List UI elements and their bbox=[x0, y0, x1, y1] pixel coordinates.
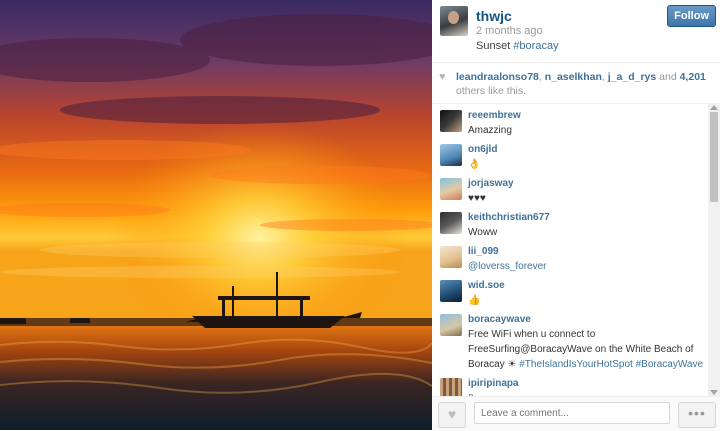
heart-icon: ♥ bbox=[439, 71, 446, 83]
comment-text[interactable]: @loverss_forever bbox=[468, 259, 704, 274]
comment-text: Woww bbox=[468, 227, 498, 238]
caption-hashtag[interactable]: #boracay bbox=[513, 40, 558, 52]
caption-text: Sunset bbox=[476, 40, 514, 52]
comment-text: ♥♥♥ bbox=[468, 193, 486, 204]
comment-username[interactable]: wid.soe bbox=[468, 280, 505, 291]
comment-text: Amazzing bbox=[468, 125, 512, 136]
post-header: thwjc 2 months ago Sunset #boracay Follo… bbox=[432, 0, 720, 60]
comment-username[interactable]: reeembrew bbox=[468, 110, 521, 121]
comment-username[interactable]: on6jld bbox=[468, 144, 497, 155]
comment-input[interactable] bbox=[474, 402, 670, 424]
scroll-down-icon[interactable] bbox=[710, 390, 718, 395]
post-username[interactable]: thwjc bbox=[476, 8, 512, 24]
instagram-post-viewer: thwjc 2 months ago Sunset #boracay Follo… bbox=[0, 0, 720, 431]
post-sidebar: thwjc 2 months ago Sunset #boracay Follo… bbox=[432, 0, 720, 431]
likes-section: ♥ leandraalonso78, n_aselkhan, j_a_d_rys… bbox=[432, 62, 720, 104]
comment-footer: ♥ ••• bbox=[432, 396, 720, 431]
scroll-thumb[interactable] bbox=[710, 112, 718, 202]
likes-and: and bbox=[656, 71, 680, 83]
comment-text: 👍 bbox=[468, 295, 481, 306]
follow-button[interactable]: Follow bbox=[667, 5, 716, 27]
comment-list: reeembrew Amazzing on6jld 👌 jorjasway ♥♥… bbox=[432, 104, 708, 396]
comment-text: 👌 bbox=[468, 159, 481, 170]
comment-scrollbar[interactable] bbox=[708, 104, 720, 396]
heart-icon: ♥ bbox=[447, 406, 457, 422]
avatar[interactable] bbox=[440, 144, 462, 166]
liker-link[interactable]: n_aselkhan bbox=[545, 71, 602, 83]
scroll-up-icon[interactable] bbox=[710, 105, 718, 110]
comment-username[interactable]: lii_099 bbox=[468, 246, 499, 257]
ellipsis-icon: ••• bbox=[688, 405, 706, 421]
likes-count[interactable]: 4,201 bbox=[680, 71, 706, 83]
comment-text: Free WiFi when u connect to FreeSurfing@… bbox=[468, 327, 704, 372]
post-photo[interactable] bbox=[0, 0, 432, 430]
comment-username[interactable]: keithchristian677 bbox=[468, 212, 550, 223]
liker-link[interactable]: leandraalonso78 bbox=[456, 71, 539, 83]
avatar[interactable] bbox=[440, 110, 462, 132]
comment-username[interactable]: ipiripinapa bbox=[468, 378, 519, 389]
like-button[interactable]: ♥ bbox=[438, 402, 466, 428]
likes-suffix: others like this. bbox=[456, 85, 527, 97]
avatar[interactable] bbox=[440, 378, 462, 396]
avatar[interactable] bbox=[440, 314, 462, 336]
liker-link[interactable]: j_a_d_rys bbox=[608, 71, 656, 83]
avatar[interactable] bbox=[440, 280, 462, 302]
more-options-button[interactable]: ••• bbox=[678, 402, 716, 428]
avatar[interactable] bbox=[440, 178, 462, 200]
post-timestamp[interactable]: 2 months ago bbox=[476, 25, 543, 37]
sunset-boat-image bbox=[0, 0, 432, 430]
comment-hashtags[interactable]: #TheIslandIsYourHotSpot #BoracayWave bbox=[519, 359, 703, 370]
avatar[interactable] bbox=[440, 6, 468, 36]
comment-username[interactable]: jorjasway bbox=[468, 178, 514, 189]
avatar[interactable] bbox=[440, 246, 462, 268]
avatar[interactable] bbox=[440, 212, 462, 234]
likes-text: leandraalonso78, n_aselkhan, j_a_d_rys a… bbox=[456, 71, 706, 97]
post-caption: Sunset #boracay bbox=[476, 40, 559, 52]
comment-username[interactable]: boracaywave bbox=[468, 314, 531, 325]
